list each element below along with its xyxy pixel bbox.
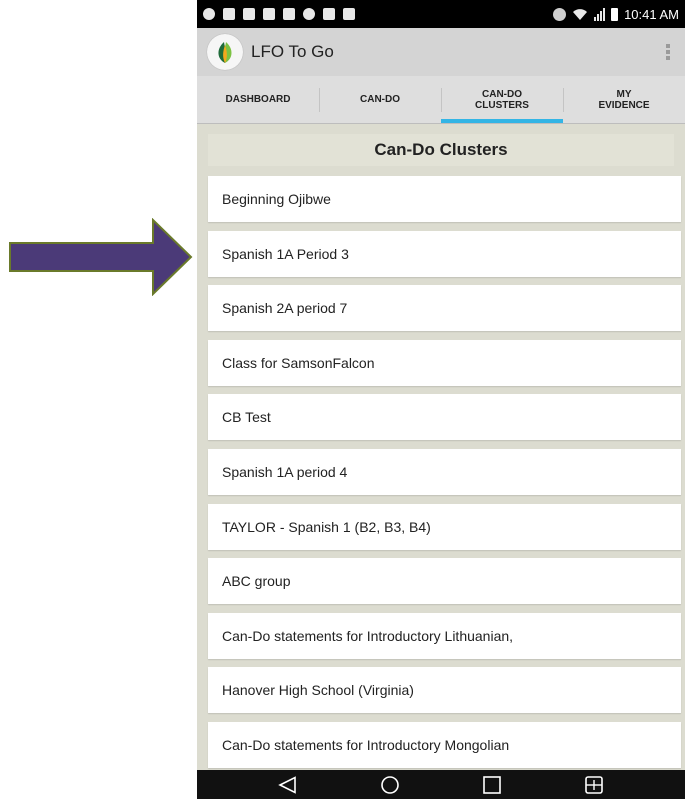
app-notification-icon [243,8,255,20]
phone-screen: 10:41 AM LFO To Go DASHBOARD CAN-DO CAN-… [197,0,685,799]
list-item[interactable]: Spanish 1A Period 3 [208,230,681,277]
clusters-page[interactable]: Can-Do Clusters Beginning Ojibwe Spanish… [197,124,685,770]
section-title: Can-Do Clusters [208,134,674,166]
signal-icon [594,7,606,21]
app-title: LFO To Go [251,42,334,61]
list-item[interactable]: CB Test [208,394,681,441]
action-bar: LFO To Go [197,28,685,76]
bluetooth-icon [553,7,567,21]
tab-label: CAN-DO CLUSTERS [475,88,529,111]
list-item[interactable]: Class for SamsonFalcon [208,339,681,386]
android-icon [283,8,295,20]
recent-apps-icon[interactable] [472,772,512,798]
list-item[interactable]: Can-Do statements for Introductory Lithu… [208,612,681,659]
vpn-icon [203,8,215,20]
message-icon [343,8,355,20]
list-item[interactable]: Beginning Ojibwe [208,176,681,222]
tab-my-evidence[interactable]: MY EVIDENCE [563,76,685,123]
notification-icons [203,8,355,20]
image-icon [263,8,275,20]
wifi-icon [573,8,588,20]
tab-label: DASHBOARD [225,94,291,105]
list-item[interactable]: Hanover High School (Virginia) [208,667,681,714]
tab-can-do[interactable]: CAN-DO [319,76,441,123]
status-bar: 10:41 AM [197,0,685,28]
overflow-menu-icon[interactable] [661,42,675,62]
back-icon[interactable] [268,772,308,798]
tab-bar: DASHBOARD CAN-DO CAN-DO CLUSTERS MY EVID… [197,76,685,124]
tab-can-do-clusters[interactable]: CAN-DO CLUSTERS [441,76,563,123]
list-item[interactable]: ABC group [208,558,681,605]
tab-label: MY EVIDENCE [598,88,650,111]
navigation-bar [197,770,685,799]
selected-tab-indicator [441,119,563,123]
list-item[interactable]: Spanish 2A period 7 [208,285,681,332]
annotation-arrow [9,218,193,296]
check-icon [223,8,235,20]
battery-icon [611,7,619,21]
multi-window-icon[interactable] [574,772,614,798]
tab-label: CAN-DO [360,94,400,105]
tab-dashboard[interactable]: DASHBOARD [197,76,319,123]
clock: 10:41 AM [624,6,679,22]
wifi-notification-icon [303,8,315,20]
cluster-list: Beginning Ojibwe Spanish 1A Period 3 Spa… [208,176,681,770]
home-icon[interactable] [370,772,410,798]
list-item[interactable]: Can-Do statements for Introductory Mongo… [208,721,681,768]
app-notification-icon [323,8,335,20]
leaf-logo-icon[interactable] [207,34,243,70]
list-item[interactable]: Spanish 1A period 4 [208,448,681,495]
system-status: 10:41 AM [553,7,679,22]
list-item[interactable]: TAYLOR - Spanish 1 (B2, B3, B4) [208,503,681,550]
